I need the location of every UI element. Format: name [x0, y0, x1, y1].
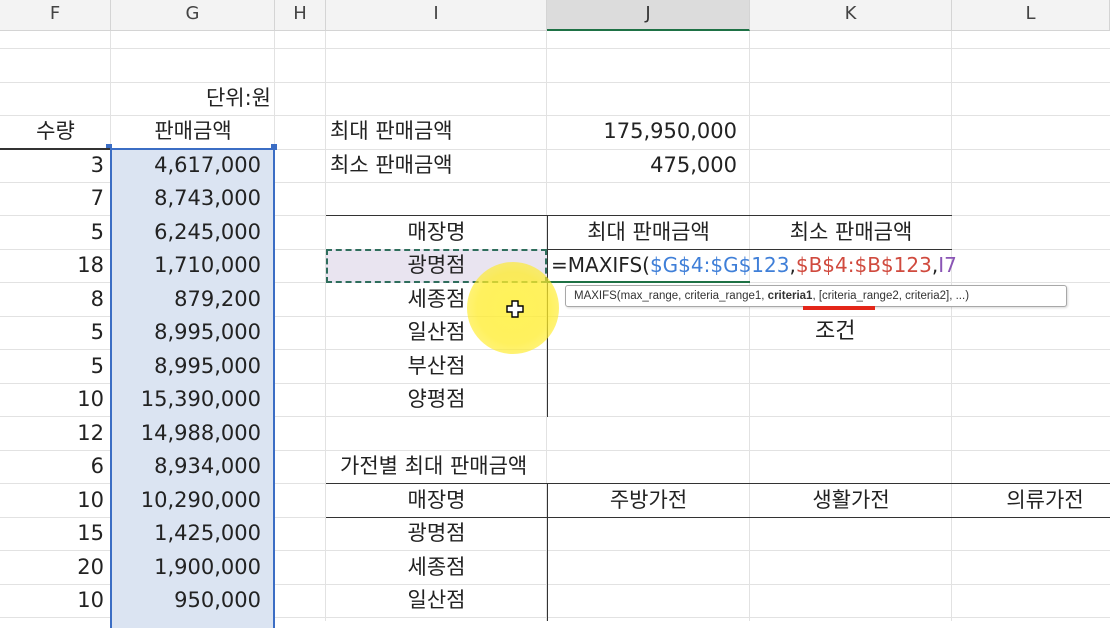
amount-cell[interactable]: 10,290,000	[111, 484, 261, 517]
column-header-f[interactable]: F	[0, 0, 111, 31]
max-sales-label[interactable]: 최대 판매금액	[330, 115, 453, 148]
appliance-store-name[interactable]: 세종점	[326, 551, 547, 584]
clothing-header[interactable]: 의류가전	[952, 484, 1110, 517]
qty-cell[interactable]: 10	[0, 484, 104, 517]
appliance-store-name[interactable]: 일산점	[326, 584, 547, 617]
max-sales-value[interactable]: 175,950,000	[547, 115, 737, 148]
amount-cell[interactable]: 8,995,000	[111, 350, 261, 383]
qty-cell[interactable]: 15	[0, 517, 104, 550]
amount-cell[interactable]: 1,710,000	[111, 249, 261, 282]
annotation-label: 조건	[815, 319, 856, 344]
tooltip-current-arg: criteria1	[767, 290, 813, 302]
store-name[interactable]: 양평점	[326, 383, 547, 416]
amount-cell[interactable]: 950,000	[111, 584, 261, 617]
qty-cell[interactable]: 6	[0, 450, 104, 483]
amount-cell[interactable]: 15,390,000	[111, 383, 261, 416]
annotation-underline	[803, 306, 875, 310]
appliance-title[interactable]: 가전별 최대 판매금액	[340, 450, 527, 483]
formula-editor[interactable]: =MAXIFS($G$4:$G$123,$B$4:$B$123,I7	[551, 249, 957, 282]
qty-cell[interactable]: 18	[0, 249, 104, 282]
appliance-store-header[interactable]: 매장명	[326, 484, 547, 517]
qty-cell[interactable]: 5	[0, 316, 104, 349]
formula-arg3: I7	[938, 253, 957, 277]
amount-cell[interactable]: 14,988,000	[111, 417, 261, 450]
formula-prefix: =MAXIFS(	[551, 253, 650, 277]
formula-arg1: $G$4:$G$123	[649, 253, 790, 277]
kitchen-header[interactable]: 주방가전	[547, 484, 750, 517]
min-sales-label[interactable]: 최소 판매금액	[330, 149, 453, 182]
amount-cell[interactable]: 6,245,000	[111, 216, 261, 249]
column-header-l[interactable]: L	[952, 0, 1110, 31]
amount-cell[interactable]: 1,425,000	[111, 517, 261, 550]
qty-cell[interactable]: 5	[0, 350, 104, 383]
column-header-k[interactable]: K	[750, 0, 952, 31]
max-header[interactable]: 최대 판매금액	[547, 216, 750, 249]
amount-cell[interactable]: 1,900,000	[111, 551, 261, 584]
column-header-j[interactable]: J	[547, 0, 750, 31]
unit-label: 단위:원	[205, 86, 271, 110]
qty-cell[interactable]: 5	[0, 216, 104, 249]
qty-cell[interactable]: 10	[0, 383, 104, 416]
cursor-icon	[506, 300, 524, 318]
living-header[interactable]: 생활가전	[750, 484, 952, 517]
header-qty[interactable]: 수량	[0, 115, 111, 148]
amount-cell[interactable]: 4,617,000	[111, 149, 261, 182]
amount-cell[interactable]: 8,934,000	[111, 450, 261, 483]
amount-cell[interactable]: 879,200	[111, 283, 261, 316]
store-name[interactable]: 부산점	[326, 350, 547, 383]
qty-cell[interactable]: 7	[0, 182, 104, 215]
column-header-g[interactable]: G	[111, 0, 275, 31]
qty-cell[interactable]: 20	[0, 551, 104, 584]
appliance-store-name[interactable]: 광명점	[326, 517, 547, 550]
qty-cell[interactable]: 3	[0, 149, 104, 182]
tooltip-signature: MAXIFS(max_range, criteria_range1,	[574, 290, 768, 302]
qty-cell[interactable]: 8	[0, 283, 104, 316]
tooltip-rest: , [criteria_range2, criteria2], ...)	[812, 290, 970, 302]
amount-cell[interactable]: 8,995,000	[111, 316, 261, 349]
min-sales-value[interactable]: 475,000	[547, 149, 737, 182]
min-header[interactable]: 최소 판매금액	[750, 216, 952, 249]
formula-arg2: $B$4:$B$123	[795, 253, 932, 277]
amount-cell[interactable]: 8,743,000	[111, 182, 261, 215]
qty-cell[interactable]: 10	[0, 584, 104, 617]
header-amount[interactable]: 판매금액	[111, 115, 275, 148]
store-header[interactable]: 매장명	[326, 216, 547, 249]
column-header-i[interactable]: I	[326, 0, 547, 31]
qty-cell[interactable]: 12	[0, 417, 104, 450]
column-header-h[interactable]: H	[275, 0, 326, 31]
function-tooltip[interactable]: MAXIFS(max_range, criteria_range1, crite…	[565, 285, 1067, 307]
